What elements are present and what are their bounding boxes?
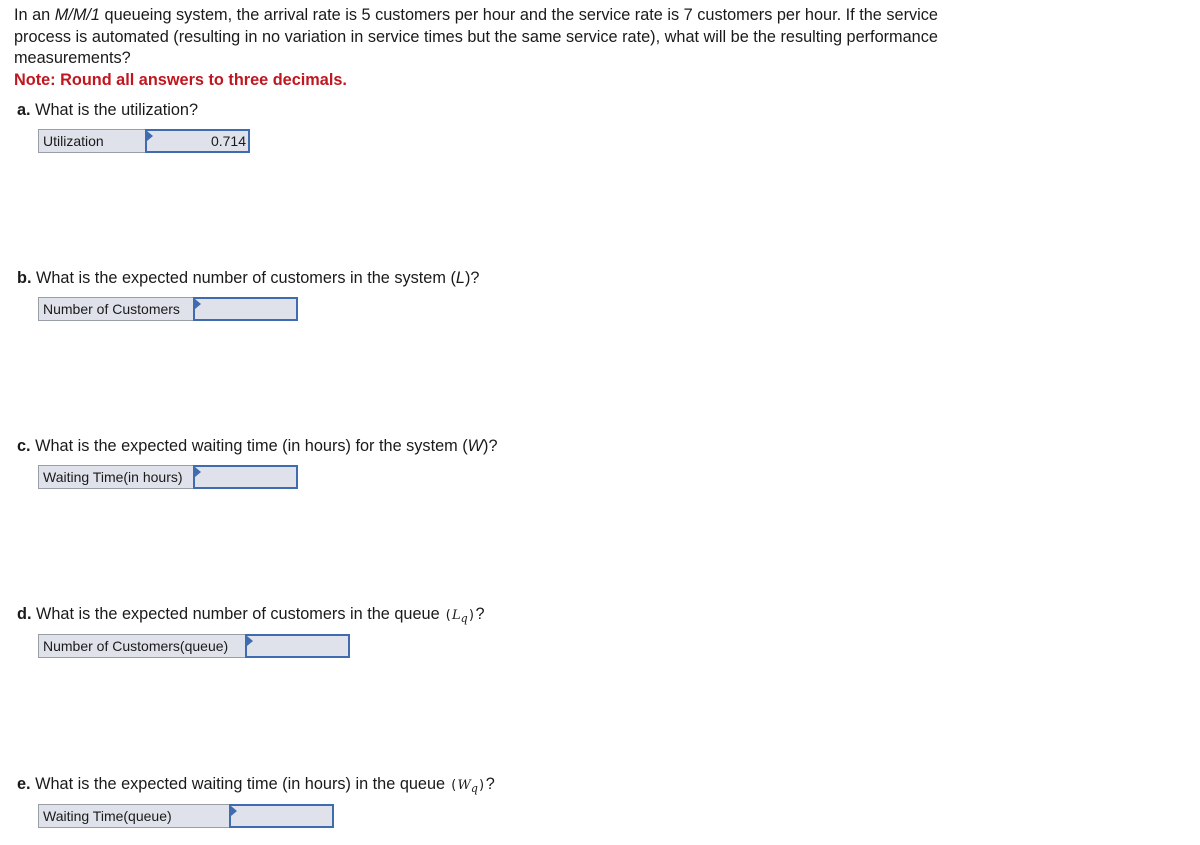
flag-icon — [147, 131, 153, 141]
symbol: W — [457, 778, 471, 793]
question-text: What is the expected waiting time (in ho… — [35, 775, 450, 793]
subscript: q — [460, 612, 468, 625]
question-tail: )? — [483, 437, 498, 455]
question-text: What is the utilization? — [35, 101, 199, 119]
question-tail: ? — [485, 775, 495, 793]
question-letter: e. — [17, 775, 31, 793]
field-label: Number of Customers(queue) — [38, 634, 245, 658]
question-d: d. What is the expected number of custom… — [17, 605, 485, 625]
answer-row-waiting-time-system: Waiting Time(in hours) — [38, 465, 298, 489]
flag-icon — [231, 806, 237, 816]
question-text: What is the expected number of customers… — [36, 269, 456, 287]
subscript: q — [470, 782, 478, 795]
intro-text: In an — [14, 6, 55, 24]
customers-system-input[interactable] — [193, 297, 298, 321]
math-expression: (Wq) — [449, 778, 486, 795]
field-label: Waiting Time(in hours) — [38, 465, 193, 489]
math-expression: (Lq) — [444, 608, 476, 625]
question-c: c. What is the expected waiting time (in… — [17, 437, 498, 456]
flag-icon — [247, 636, 253, 646]
question-letter: a. — [17, 101, 31, 119]
question-e: e. What is the expected waiting time (in… — [17, 775, 495, 795]
waiting-time-system-input[interactable] — [193, 465, 298, 489]
answer-row-waiting-time-queue: Waiting Time(queue) — [38, 804, 334, 828]
question-tail: ? — [475, 605, 485, 623]
question-letter: b. — [17, 269, 32, 287]
answer-row-utilization: Utilization 0.714 — [38, 129, 250, 153]
utilization-input[interactable]: 0.714 — [145, 129, 250, 153]
question-tail: )? — [464, 269, 480, 287]
intro-text-rest: queueing system, the arrival rate is 5 c… — [14, 6, 938, 67]
problem-statement: In an M/M/1 queueing system, the arrival… — [14, 5, 974, 91]
answer-row-customers-system: Number of Customers — [38, 297, 298, 321]
waiting-time-queue-input[interactable] — [229, 804, 334, 828]
question-letter: c. — [17, 437, 31, 455]
question-b: b. What is the expected number of custom… — [17, 269, 479, 288]
rounding-note: Note: Round all answers to three decimal… — [14, 70, 347, 89]
flag-icon — [195, 299, 201, 309]
question-text: What is the expected number of customers… — [36, 605, 445, 623]
model-name: M/M/1 — [54, 6, 100, 24]
input-value: 0.714 — [210, 133, 246, 149]
question-letter: d. — [17, 605, 32, 623]
flag-icon — [195, 467, 201, 477]
symbol: W — [467, 437, 484, 455]
answer-row-customers-queue: Number of Customers(queue) — [38, 634, 350, 658]
field-label: Number of Customers — [38, 297, 193, 321]
customers-queue-input[interactable] — [245, 634, 350, 658]
field-label: Waiting Time(queue) — [38, 804, 229, 828]
field-label: Utilization — [38, 129, 145, 153]
symbol: L — [455, 269, 465, 287]
question-text: What is the expected waiting time (in ho… — [35, 437, 468, 455]
question-a: a. What is the utilization? — [17, 101, 198, 120]
symbol: L — [452, 608, 461, 623]
